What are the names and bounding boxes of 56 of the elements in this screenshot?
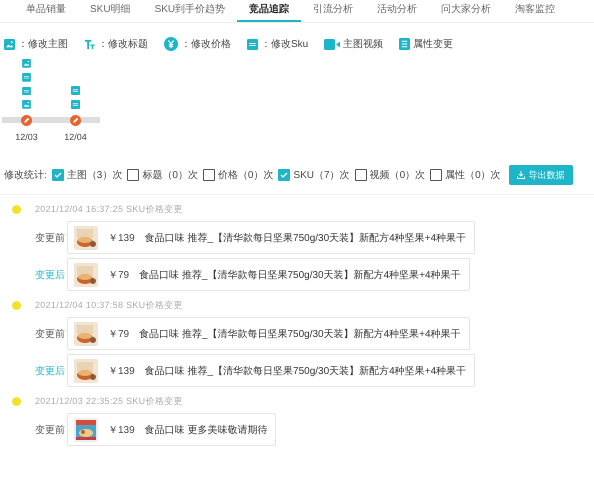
- date-label: 12/04: [64, 132, 87, 142]
- event-dot: [12, 300, 21, 310]
- change-label: 变更前: [35, 232, 66, 244]
- legend-label: ：修改主图: [18, 38, 68, 51]
- product-title: 食品口味 推荐_【清华款每日坚果750g/30天装】新配方4种坚果+4种果干: [144, 232, 466, 244]
- stat-checkbox[interactable]: SKU（7）次: [278, 168, 350, 182]
- pencil-icon[interactable]: [70, 114, 81, 126]
- change-label: 变更前: [35, 424, 66, 436]
- change-label: 变更前: [35, 328, 66, 340]
- event-dot: [12, 204, 21, 214]
- download-icon: [516, 171, 525, 179]
- tab[interactable]: 活动分析: [365, 2, 430, 22]
- price: ￥139: [108, 232, 135, 244]
- stat-checkbox[interactable]: 价格（0）次: [202, 168, 274, 182]
- product-title: 食品口味 推荐_【清华款每日坚果750g/30天装】新配方4种坚果+4种果干: [144, 364, 466, 378]
- text-icon: [84, 38, 95, 50]
- price: ￥139: [108, 424, 135, 436]
- stat-checkbox[interactable]: 主图（3）次: [52, 168, 122, 182]
- stat-checkbox[interactable]: 视频（0）次: [354, 168, 426, 182]
- legend-label: ：修改标题: [98, 38, 148, 51]
- price: ￥139: [108, 364, 135, 378]
- pencil-icon[interactable]: [21, 114, 32, 126]
- change-label: 变更后: [35, 364, 66, 378]
- image-icon: [22, 100, 31, 109]
- event-time: 2021/12/03 22:35:25 SKU价格变更: [35, 394, 183, 408]
- event-time: 2021/12/04 16:37:25 SKU价格变更: [35, 202, 183, 216]
- tab[interactable]: SKU到手价趋势: [142, 2, 238, 22]
- stat-checkbox[interactable]: 标题（0）次: [127, 168, 198, 182]
- check-icon: [280, 171, 288, 179]
- legend-label: ：修改Sku: [261, 38, 308, 51]
- legend-label: 属性变更: [413, 38, 454, 51]
- change-label: 变更后: [35, 268, 66, 282]
- tab[interactable]: 竞品追踪: [237, 2, 302, 22]
- legend-label: ：修改价格: [181, 38, 231, 51]
- legend-label: 主图视频: [343, 38, 384, 51]
- list-icon: [399, 38, 410, 50]
- tab[interactable]: 单品销量: [14, 2, 78, 22]
- tab[interactable]: 引流分析: [301, 2, 366, 22]
- yen-icon: [164, 37, 178, 51]
- event-dot: [12, 396, 21, 406]
- product-title: 食品口味 推荐_【清华款每日坚果750g/30天装】新配方4种坚果+4种果干: [139, 328, 461, 340]
- stat-checkbox[interactable]: 属性（0）次: [430, 168, 501, 182]
- stats-label: 修改统计:: [4, 168, 47, 182]
- video-camera-icon: [324, 38, 340, 50]
- event-time: 2021/12/04 10:37:58 SKU价格变更: [35, 298, 183, 312]
- price: ￥79: [108, 328, 130, 340]
- tab[interactable]: 淘客监控: [503, 2, 568, 22]
- image-icon: [4, 38, 15, 50]
- check-icon: [54, 171, 62, 179]
- product-title: 食品口味 推荐_【清华款每日坚果750g/30天装】新配方4种坚果+4种果干: [139, 268, 461, 282]
- date-label: 12/03: [15, 132, 38, 142]
- price: ￥79: [108, 268, 130, 282]
- image-icon: [22, 59, 31, 68]
- product-title: 食品口味 更多美味敬请期待: [144, 424, 268, 436]
- tab[interactable]: SKU明细: [78, 2, 143, 22]
- tab[interactable]: 问大家分析: [429, 2, 504, 22]
